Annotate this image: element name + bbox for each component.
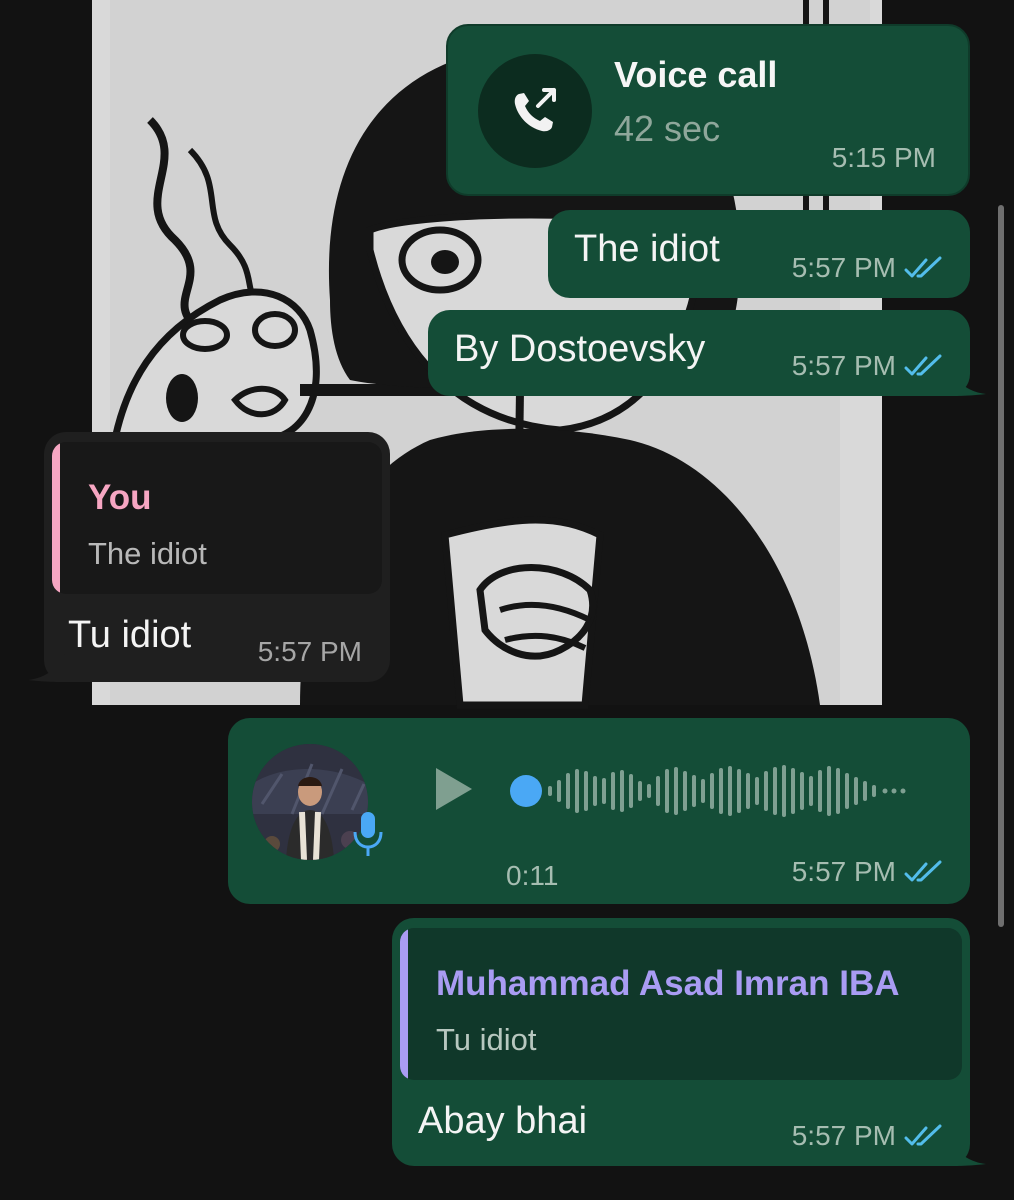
waveform-bar xyxy=(854,777,858,805)
bubble-tail xyxy=(28,652,66,682)
avatar-photo xyxy=(252,744,368,860)
waveform-bar xyxy=(701,779,705,803)
waveform-dot xyxy=(900,788,906,794)
waveform-bar xyxy=(773,767,777,815)
message-meta: 5:57 PM xyxy=(792,1120,944,1152)
outgoing-call-icon xyxy=(514,88,556,132)
message-meta: 5:57 PM xyxy=(792,350,944,382)
message-bubble[interactable]: The idiot 5:57 PM xyxy=(548,210,970,298)
waveform-bar xyxy=(827,766,831,816)
mic-icon xyxy=(353,812,383,856)
waveform-bar xyxy=(845,773,849,809)
quote-sender-name: Muhammad Asad Imran IBA xyxy=(436,964,900,1003)
waveform-bar xyxy=(836,768,840,814)
waveform-bar xyxy=(692,775,696,807)
playback-knob[interactable] xyxy=(510,775,542,807)
voice-note-message[interactable]: 0:11 5:57 PM xyxy=(228,718,970,904)
waveform-dot xyxy=(882,788,888,794)
double-check-icon xyxy=(904,860,942,882)
incoming-reply-message[interactable]: You The idiot Tu idiot 5:57 PM xyxy=(44,432,390,682)
message-time: 5:57 PM xyxy=(791,350,896,381)
message-meta: 5:57 PM xyxy=(792,856,944,888)
bubble-tail xyxy=(948,1136,986,1166)
message-meta: 5:57 PM xyxy=(258,636,362,668)
waveform-bar xyxy=(674,767,678,815)
double-check-icon xyxy=(904,1124,942,1146)
message-time: 5:15 PM xyxy=(831,142,936,173)
quote-text: The idiot xyxy=(88,536,207,571)
waveform-bar xyxy=(800,772,804,810)
message-time: 5:57 PM xyxy=(791,856,896,887)
waveform-bar xyxy=(602,778,606,804)
waveform-bar xyxy=(764,771,768,811)
quoted-message[interactable]: Muhammad Asad Imran IBA Tu idiot xyxy=(400,928,962,1080)
quote-bar xyxy=(52,442,60,594)
waveform-bar xyxy=(548,786,552,796)
voice-waveform[interactable] xyxy=(508,756,928,826)
waveform-bar xyxy=(737,769,741,813)
waveform-bar xyxy=(746,773,750,809)
chat-screen: Voice call 42 sec 5:15 PM The idiot 5:57… xyxy=(0,0,1014,1200)
waveform-bar xyxy=(755,777,759,805)
quote-bar xyxy=(400,928,408,1080)
message-meta: 5:57 PM xyxy=(792,252,944,284)
waveform-bar xyxy=(647,784,651,798)
quote-sender-name: You xyxy=(88,478,152,517)
outgoing-reply-message[interactable]: Muhammad Asad Imran IBA Tu idiot Abay bh… xyxy=(392,918,970,1166)
message-text: By Dostoevsky xyxy=(454,328,706,370)
waveform-bar xyxy=(719,768,723,814)
message-time: 5:57 PM xyxy=(791,1120,896,1151)
waveform-bar xyxy=(809,776,813,806)
waveform-bar xyxy=(872,785,876,797)
waveform-bar xyxy=(629,774,633,808)
waveform-bar xyxy=(638,781,642,801)
message-text: Abay bhai xyxy=(418,1100,588,1142)
waveform-bar xyxy=(863,781,867,801)
waveform-bar xyxy=(818,770,822,812)
bubble-tail xyxy=(948,366,986,396)
avatar[interactable] xyxy=(252,744,368,860)
message-time: 5:57 PM xyxy=(791,252,896,283)
voice-duration: 0:11 xyxy=(506,860,559,891)
call-title: Voice call xyxy=(614,54,778,95)
message-bubble[interactable]: By Dostoevsky 5:57 PM xyxy=(428,310,970,396)
play-icon[interactable] xyxy=(428,764,478,814)
message-text: Tu idiot xyxy=(68,614,192,656)
waveform-bar xyxy=(665,769,669,813)
call-icon-circle xyxy=(478,54,592,168)
waveform-bar xyxy=(683,771,687,811)
waveform-bar xyxy=(566,773,570,809)
waveform-bar xyxy=(575,769,579,813)
waveform-bar xyxy=(611,772,615,810)
waveform-bar xyxy=(620,770,624,812)
waveform-bar xyxy=(557,780,561,802)
waveform-bar xyxy=(710,773,714,809)
waveform-bar xyxy=(728,766,732,816)
voice-call-message[interactable]: Voice call 42 sec 5:15 PM xyxy=(446,24,970,196)
double-check-icon xyxy=(904,354,942,376)
waveform-bar xyxy=(656,776,660,806)
waveform-bar xyxy=(791,768,795,814)
quoted-message[interactable]: You The idiot xyxy=(52,442,382,594)
scrollbar[interactable] xyxy=(998,205,1004,927)
waveform-bar xyxy=(593,776,597,806)
waveform-bar xyxy=(782,765,786,817)
waveform-dot xyxy=(891,788,897,794)
message-time: 5:57 PM xyxy=(257,636,362,667)
message-meta: 5:15 PM xyxy=(832,142,936,174)
double-check-icon xyxy=(904,256,942,278)
waveform-bar xyxy=(584,771,588,811)
message-text: The idiot xyxy=(574,228,720,270)
quote-text: Tu idiot xyxy=(436,1022,537,1057)
call-duration: 42 sec xyxy=(614,108,721,149)
